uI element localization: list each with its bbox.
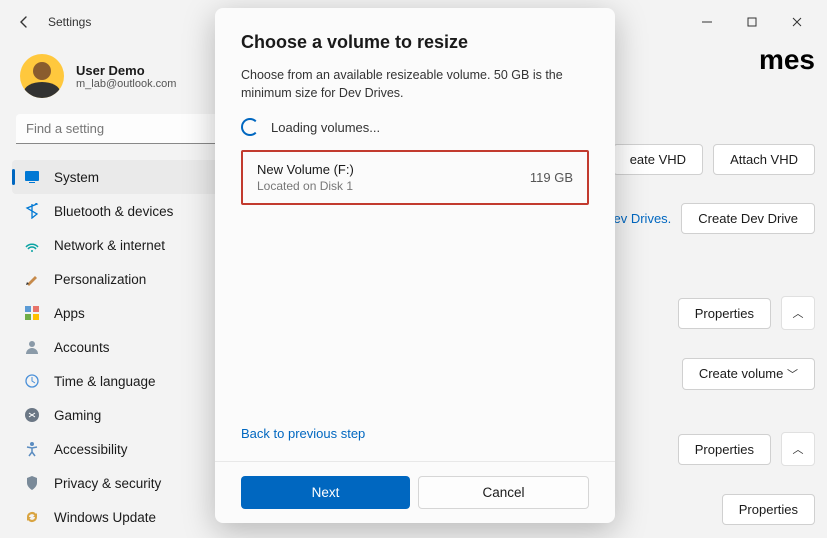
dialog-description: Choose from an available resizeable volu… [241,67,589,102]
next-button[interactable]: Next [241,476,410,509]
dialog-title: Choose a volume to resize [241,32,589,53]
volume-name: New Volume (F:) [257,162,354,177]
loading-row: Loading volumes... [241,118,589,136]
dialog-footer: Next Cancel [215,461,615,509]
back-link[interactable]: Back to previous step [241,426,589,441]
loading-text: Loading volumes... [271,120,380,135]
volume-item[interactable]: New Volume (F:) Located on Disk 1 119 GB [241,150,589,205]
spinner-icon [241,118,259,136]
cancel-button[interactable]: Cancel [418,476,589,509]
dialog-overlay: Choose a volume to resize Choose from an… [0,0,827,538]
resize-volume-dialog: Choose a volume to resize Choose from an… [215,8,615,523]
volume-location: Located on Disk 1 [257,179,354,193]
volume-size: 119 GB [530,170,573,185]
